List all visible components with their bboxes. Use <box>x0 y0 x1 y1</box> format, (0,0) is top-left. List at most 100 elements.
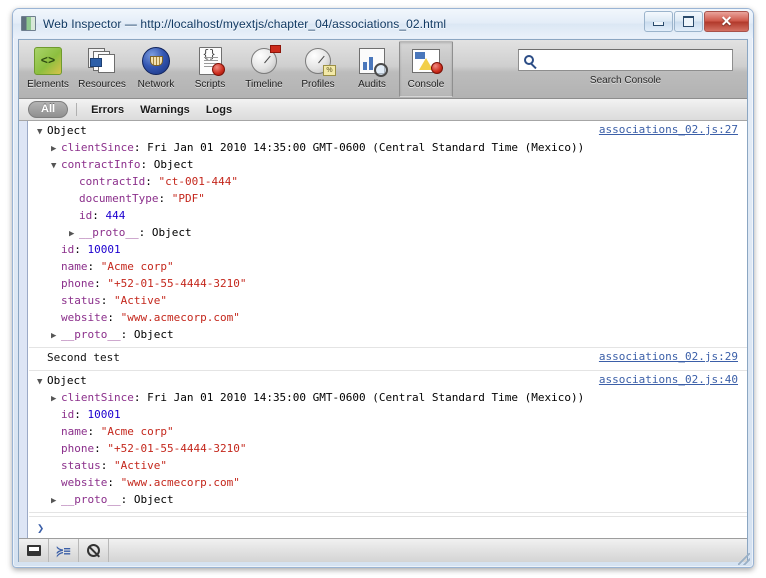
tab-audits[interactable]: Audits <box>345 41 399 97</box>
console-prompt-icon: ≽≡ <box>56 543 71 558</box>
disclosure-triangle-closed-icon[interactable]: ▶ <box>51 329 61 344</box>
tab-elements[interactable]: <> Elements <box>21 41 75 97</box>
tab-profiles[interactable]: % Profiles <box>291 41 345 97</box>
console-token-plain: : <box>94 277 108 290</box>
disclosure-triangle-closed-icon[interactable]: ▶ <box>51 142 61 157</box>
console-token-sval: "Active" <box>114 459 167 472</box>
filter-logs[interactable]: Logs <box>206 104 232 116</box>
tab-resources[interactable]: Resources <box>75 41 129 97</box>
show-console-prompt-button[interactable]: ≽≡ <box>49 539 79 562</box>
console-token-pname: id <box>61 408 75 421</box>
disclosure-triangle-closed-icon[interactable]: ▶ <box>69 227 79 242</box>
console-token-pname: phone <box>61 277 95 290</box>
console-token-pname: id <box>79 209 93 222</box>
filter-all[interactable]: All <box>28 101 69 118</box>
desktop-background: Web Inspector — http://localhost/myextjs… <box>0 0 766 578</box>
console-token-objword: Object <box>153 158 194 171</box>
filter-warnings[interactable]: Warnings <box>140 104 190 116</box>
console-token-pname: name <box>61 260 88 273</box>
console-token-plain: : <box>100 294 114 307</box>
console-token-plain: : <box>145 175 159 188</box>
console-message: ▼ Object ▶ clientSince: Fri Jan 01 2010 14:… <box>29 371 747 513</box>
inspector-client-area: <> Elements Resources Network {} Scripts… <box>18 39 748 562</box>
close-button[interactable]: ✕ <box>704 11 749 32</box>
console-row: status: "Active" <box>29 458 747 475</box>
console-source-link[interactable]: associations_02.js:27 <box>599 123 738 136</box>
tab-network[interactable]: Network <box>129 41 183 97</box>
console-row: ▶ clientSince: Fri Jan 01 2010 14:35:00 G… <box>29 390 747 407</box>
console-message: Second test associations_02.js:29 <box>29 348 747 371</box>
console-source-link[interactable]: associations_02.js:40 <box>599 373 738 386</box>
console-source-link[interactable]: associations_02.js:29 <box>599 350 738 363</box>
disclosure-triangle-closed-icon[interactable]: ▶ <box>51 494 61 509</box>
inspector-icon <box>21 16 36 31</box>
tab-scripts[interactable]: {} Scripts <box>183 41 237 97</box>
disclosure-triangle-open-icon[interactable]: ▼ <box>37 125 47 140</box>
console-token-nval: 10001 <box>87 243 121 256</box>
resize-grip[interactable] <box>738 553 750 565</box>
tab-timeline[interactable]: Timeline <box>237 41 291 97</box>
console-row: id: 10001 <box>29 407 747 424</box>
console-row: website: "www.acmecorp.com" <box>29 310 747 327</box>
console-token-pname: clientSince <box>61 141 134 154</box>
console-token-plain: : <box>92 209 106 222</box>
console-gutter <box>19 121 28 538</box>
console-prompt-row[interactable]: ❯ <box>29 516 747 538</box>
profiles-icon: % <box>302 45 336 77</box>
disclosure-triangle-open-icon[interactable]: ▼ <box>51 159 61 174</box>
console-filter-bar: All Errors Warnings Logs <box>19 99 747 121</box>
console-token-sval: "PDF" <box>171 192 205 205</box>
console-token-pname: website <box>61 311 108 324</box>
console-token-text-msg: Second test <box>47 351 120 364</box>
console-token-plain: : <box>74 243 88 256</box>
console-token-plain: : <box>133 391 148 404</box>
filter-separator <box>76 103 78 116</box>
console-token-plain: : <box>94 442 108 455</box>
tab-resources-label: Resources <box>78 79 126 90</box>
minimize-button[interactable] <box>644 11 673 32</box>
console-token-pname: status <box>61 294 101 307</box>
dock-window-icon <box>26 545 41 556</box>
console-token-pname: __proto__ <box>61 493 121 506</box>
console-prompt-input[interactable] <box>50 520 747 535</box>
console-row: website: "www.acmecorp.com" <box>29 475 747 492</box>
filter-errors[interactable]: Errors <box>91 104 124 116</box>
console-token-plain: : <box>120 328 134 341</box>
console-output[interactable]: ▼ Object ▶ clientSince: Fri Jan 01 2010 14:… <box>19 121 747 538</box>
dock-window-button[interactable] <box>19 539 49 562</box>
search-input[interactable] <box>534 53 732 67</box>
console-token-plain: : <box>87 260 101 273</box>
audits-icon <box>356 45 388 77</box>
console-token-nval: 444 <box>105 209 126 222</box>
web-inspector-window: Web Inspector — http://localhost/myextjs… <box>12 8 754 568</box>
console-token-plain: Fri Jan 01 2010 14:35:00 GMT-0600 (Centr… <box>147 391 585 404</box>
timeline-icon <box>248 45 281 77</box>
console-token-objword: Object <box>47 374 87 387</box>
clear-console-button[interactable] <box>79 539 109 562</box>
title-bar[interactable]: Web Inspector — http://localhost/myextjs… <box>13 9 753 38</box>
search-box[interactable] <box>518 49 733 71</box>
console-token-pname: clientSince <box>61 391 134 404</box>
console-row: phone: "+52-01-55-4444-3210" <box>29 276 747 293</box>
console-token-pname: status <box>61 459 101 472</box>
tab-console[interactable]: Console <box>399 41 453 97</box>
console-token-plain: : <box>133 141 148 154</box>
console-token-sval: "Acme corp" <box>100 260 174 273</box>
inspector-toolbar: <> Elements Resources Network {} Scripts… <box>19 40 747 99</box>
maximize-button[interactable] <box>674 11 703 32</box>
disclosure-triangle-open-icon[interactable]: ▼ <box>37 375 47 390</box>
disclosure-triangle-closed-icon[interactable]: ▶ <box>51 392 61 407</box>
console-row: id: 10001 <box>29 242 747 259</box>
console-token-pname: __proto__ <box>61 328 121 341</box>
console-row: ▶ __proto__: Object <box>29 225 747 242</box>
console-row: ▶ __proto__: Object <box>29 492 747 509</box>
console-row: documentType: "PDF" <box>29 191 747 208</box>
